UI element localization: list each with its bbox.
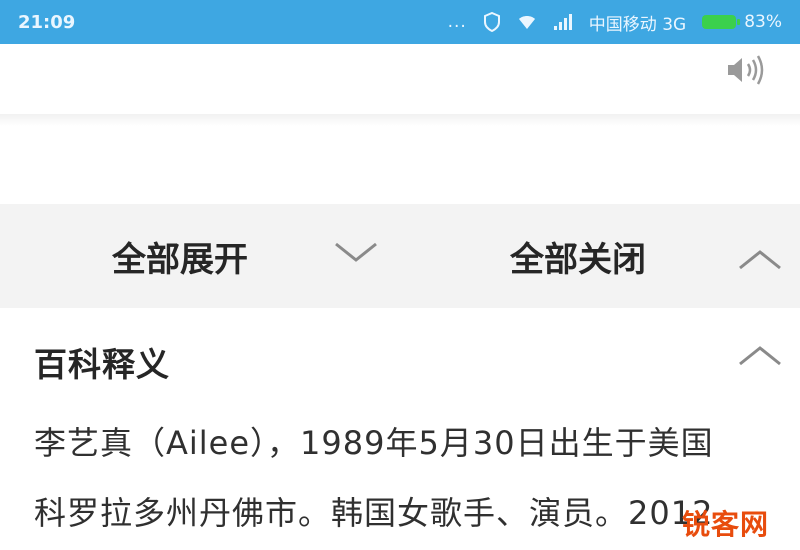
blank-area [0,126,800,204]
watermark-logo: 锐客网 [672,497,784,543]
paragraph-line: 科罗拉多州丹佛市。韩国女歌手、演员。2012 [34,494,714,532]
chevron-down-icon[interactable] [330,236,382,266]
expand-all-button[interactable]: 全部展开 [112,204,248,308]
watermark-text: 锐客网 [682,508,770,541]
battery-icon [702,15,741,29]
signal-icon [553,14,573,30]
paragraph-line: 李艺真（Ailee），1989年5月30日出生于美国 [34,424,714,462]
status-icons: ... 中国移动 3G 83% [448,10,782,35]
section-chevron-up-icon[interactable] [734,340,786,370]
speaker-icon[interactable] [722,50,768,90]
battery: 83% [702,12,782,32]
expand-collapse-bar: 全部展开 全部关闭 [0,204,800,308]
divider [0,114,800,126]
wifi-icon [517,14,537,30]
carrier-label: 中国移动 3G [588,14,687,35]
pronunciation-row [0,44,800,114]
status-time: 21:09 [18,11,76,33]
chevron-up-icon[interactable] [734,244,786,274]
battery-percent: 83% [744,12,782,32]
collapse-all-button[interactable]: 全部关闭 [510,204,646,308]
shield-icon [483,12,501,32]
notification-dots: ... [447,12,467,32]
status-bar: 21:09 ... 中国移动 3G 83% [0,0,800,44]
section-title[interactable]: 百科释义 [34,338,170,386]
